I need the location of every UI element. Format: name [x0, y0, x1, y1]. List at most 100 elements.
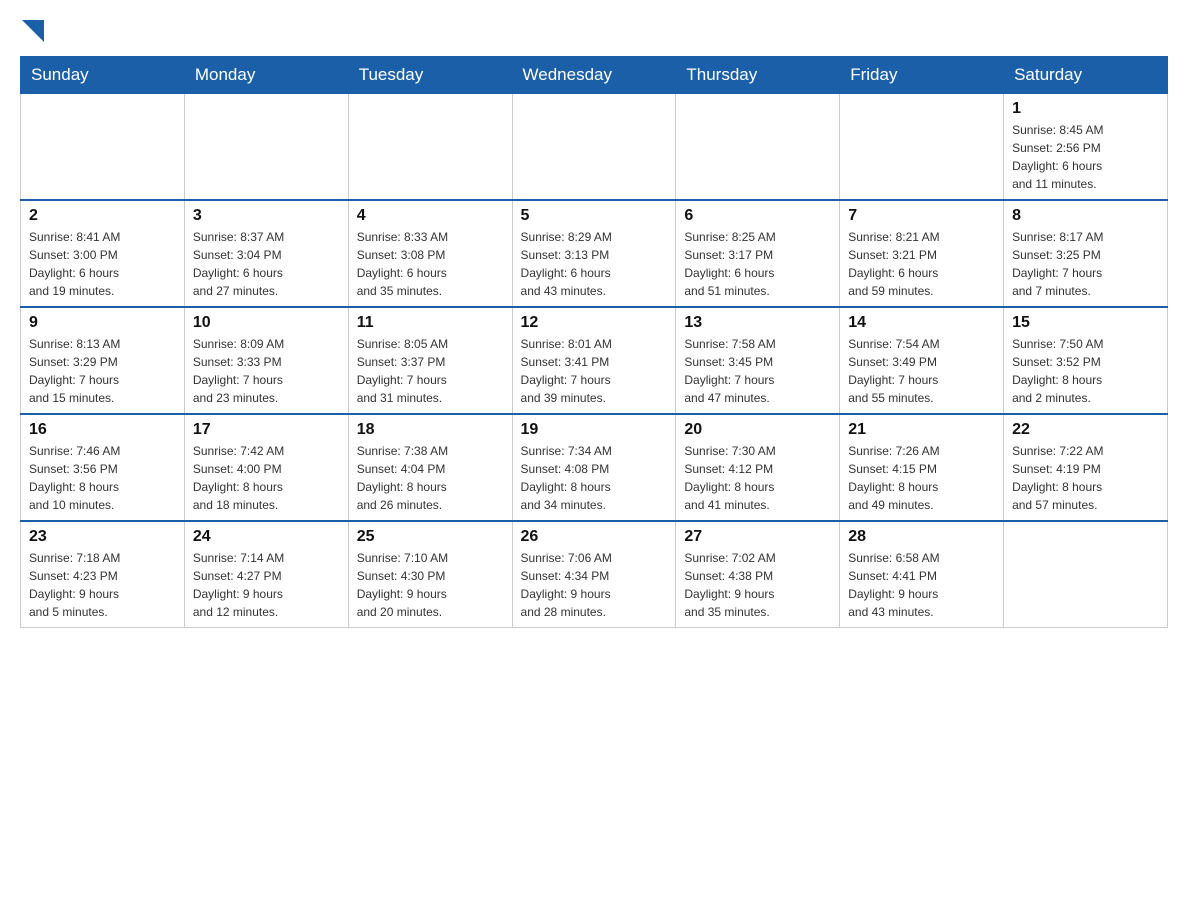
day-number: 20 [684, 421, 831, 439]
day-number: 1 [1012, 100, 1159, 118]
calendar-cell: 16 Sunrise: 7:46 AM Sunset: 3:56 PM Dayli… [21, 414, 185, 521]
calendar-cell: 10 Sunrise: 8:09 AM Sunset: 3:33 PM Dayli… [184, 307, 348, 414]
calendar-cell: 12 Sunrise: 8:01 AM Sunset: 3:41 PM Dayli… [512, 307, 676, 414]
logo-arrow-icon [22, 20, 44, 42]
day-info: Sunrise: 8:37 AM Sunset: 3:04 PM Dayligh… [193, 228, 340, 300]
day-number: 2 [29, 207, 176, 225]
day-info: Sunrise: 8:25 AM Sunset: 3:17 PM Dayligh… [684, 228, 831, 300]
calendar-cell: 15 Sunrise: 7:50 AM Sunset: 3:52 PM Dayli… [1004, 307, 1168, 414]
calendar-cell: 7 Sunrise: 8:21 AM Sunset: 3:21 PM Daylig… [840, 200, 1004, 307]
calendar-cell: 27Sunrise: 7:02 AM Sunset: 4:38 PM Dayli… [676, 521, 840, 628]
day-info: Sunrise: 7:14 AM Sunset: 4:27 PM Dayligh… [193, 549, 340, 621]
day-info: Sunrise: 8:05 AM Sunset: 3:37 PM Dayligh… [357, 335, 504, 407]
calendar-cell: 2 Sunrise: 8:41 AM Sunset: 3:00 PM Daylig… [21, 200, 185, 307]
day-header-monday: Monday [184, 57, 348, 94]
day-number: 4 [357, 207, 504, 225]
day-number: 18 [357, 421, 504, 439]
day-info: Sunrise: 8:17 AM Sunset: 3:25 PM Dayligh… [1012, 228, 1159, 300]
calendar-cell: 21 Sunrise: 7:26 AM Sunset: 4:15 PM Dayli… [840, 414, 1004, 521]
day-info: Sunrise: 7:50 AM Sunset: 3:52 PM Dayligh… [1012, 335, 1159, 407]
calendar-cell: 19 Sunrise: 7:34 AM Sunset: 4:08 PM Dayli… [512, 414, 676, 521]
day-number: 26 [521, 528, 668, 546]
week-row-2: 2 Sunrise: 8:41 AM Sunset: 3:00 PM Daylig… [21, 200, 1168, 307]
day-info: Sunrise: 8:21 AM Sunset: 3:21 PM Dayligh… [848, 228, 995, 300]
day-number: 6 [684, 207, 831, 225]
day-info: Sunrise: 7:06 AM Sunset: 4:34 PM Dayligh… [521, 549, 668, 621]
calendar-cell: 22 Sunrise: 7:22 AM Sunset: 4:19 PM Dayli… [1004, 414, 1168, 521]
day-number: 25 [357, 528, 504, 546]
day-number: 7 [848, 207, 995, 225]
day-number: 5 [521, 207, 668, 225]
day-info: Sunrise: 8:45 AM Sunset: 2:56 PM Dayligh… [1012, 121, 1159, 193]
day-info: Sunrise: 7:30 AM Sunset: 4:12 PM Dayligh… [684, 442, 831, 514]
calendar-cell: 26 Sunrise: 7:06 AM Sunset: 4:34 PM Dayli… [512, 521, 676, 628]
calendar-cell [1004, 521, 1168, 628]
calendar-cell: 4 Sunrise: 8:33 AM Sunset: 3:08 PM Daylig… [348, 200, 512, 307]
day-info: Sunrise: 7:38 AM Sunset: 4:04 PM Dayligh… [357, 442, 504, 514]
calendar-cell [840, 94, 1004, 201]
day-info: Sunrise: 7:10 AM Sunset: 4:30 PM Dayligh… [357, 549, 504, 621]
day-info: Sunrise: 8:09 AM Sunset: 3:33 PM Dayligh… [193, 335, 340, 407]
calendar-cell [348, 94, 512, 201]
calendar-cell: 17 Sunrise: 7:42 AM Sunset: 4:00 PM Dayli… [184, 414, 348, 521]
day-info: Sunrise: 8:13 AM Sunset: 3:29 PM Dayligh… [29, 335, 176, 407]
day-info: Sunrise: 7:18 AM Sunset: 4:23 PM Dayligh… [29, 549, 176, 621]
calendar-cell [184, 94, 348, 201]
calendar-cell: 14Sunrise: 7:54 AM Sunset: 3:49 PM Dayli… [840, 307, 1004, 414]
calendar-cell: 23 Sunrise: 7:18 AM Sunset: 4:23 PM Dayli… [21, 521, 185, 628]
calendar-cell: 11 Sunrise: 8:05 AM Sunset: 3:37 PM Dayli… [348, 307, 512, 414]
day-info: Sunrise: 7:22 AM Sunset: 4:19 PM Dayligh… [1012, 442, 1159, 514]
logo [20, 20, 44, 40]
day-number: 9 [29, 314, 176, 332]
day-info: Sunrise: 7:02 AM Sunset: 4:38 PM Dayligh… [684, 549, 831, 621]
day-header-sunday: Sunday [21, 57, 185, 94]
calendar-cell: 20 Sunrise: 7:30 AM Sunset: 4:12 PM Dayli… [676, 414, 840, 521]
calendar-cell: 5 Sunrise: 8:29 AM Sunset: 3:13 PM Daylig… [512, 200, 676, 307]
calendar-cell: 1 Sunrise: 8:45 AM Sunset: 2:56 PM Daylig… [1004, 94, 1168, 201]
calendar-cell: 8 Sunrise: 8:17 AM Sunset: 3:25 PM Daylig… [1004, 200, 1168, 307]
day-headers-row: SundayMondayTuesdayWednesdayThursdayFrid… [21, 57, 1168, 94]
page-header [20, 20, 1168, 40]
calendar-cell [21, 94, 185, 201]
day-info: Sunrise: 7:58 AM Sunset: 3:45 PM Dayligh… [684, 335, 831, 407]
day-info: Sunrise: 8:33 AM Sunset: 3:08 PM Dayligh… [357, 228, 504, 300]
day-number: 17 [193, 421, 340, 439]
day-number: 23 [29, 528, 176, 546]
day-info: Sunrise: 7:42 AM Sunset: 4:00 PM Dayligh… [193, 442, 340, 514]
day-header-tuesday: Tuesday [348, 57, 512, 94]
day-number: 24 [193, 528, 340, 546]
day-number: 11 [357, 314, 504, 332]
day-number: 3 [193, 207, 340, 225]
day-info: Sunrise: 7:46 AM Sunset: 3:56 PM Dayligh… [29, 442, 176, 514]
calendar-cell [512, 94, 676, 201]
day-number: 16 [29, 421, 176, 439]
day-number: 12 [521, 314, 668, 332]
day-info: Sunrise: 8:41 AM Sunset: 3:00 PM Dayligh… [29, 228, 176, 300]
day-header-saturday: Saturday [1004, 57, 1168, 94]
day-number: 15 [1012, 314, 1159, 332]
week-row-5: 23 Sunrise: 7:18 AM Sunset: 4:23 PM Dayli… [21, 521, 1168, 628]
day-number: 13 [684, 314, 831, 332]
calendar-cell: 9 Sunrise: 8:13 AM Sunset: 3:29 PM Daylig… [21, 307, 185, 414]
day-info: Sunrise: 6:58 AM Sunset: 4:41 PM Dayligh… [848, 549, 995, 621]
day-number: 28 [848, 528, 995, 546]
calendar-cell: 28 Sunrise: 6:58 AM Sunset: 4:41 PM Dayli… [840, 521, 1004, 628]
week-row-1: 1 Sunrise: 8:45 AM Sunset: 2:56 PM Daylig… [21, 94, 1168, 201]
day-number: 8 [1012, 207, 1159, 225]
calendar-cell [676, 94, 840, 201]
day-number: 21 [848, 421, 995, 439]
day-info: Sunrise: 7:34 AM Sunset: 4:08 PM Dayligh… [521, 442, 668, 514]
week-row-3: 9 Sunrise: 8:13 AM Sunset: 3:29 PM Daylig… [21, 307, 1168, 414]
day-info: Sunrise: 8:01 AM Sunset: 3:41 PM Dayligh… [521, 335, 668, 407]
day-info: Sunrise: 8:29 AM Sunset: 3:13 PM Dayligh… [521, 228, 668, 300]
day-header-thursday: Thursday [676, 57, 840, 94]
week-row-4: 16 Sunrise: 7:46 AM Sunset: 3:56 PM Dayli… [21, 414, 1168, 521]
calendar-cell: 25 Sunrise: 7:10 AM Sunset: 4:30 PM Dayli… [348, 521, 512, 628]
day-number: 19 [521, 421, 668, 439]
day-header-wednesday: Wednesday [512, 57, 676, 94]
day-number: 10 [193, 314, 340, 332]
day-number: 22 [1012, 421, 1159, 439]
day-info: Sunrise: 7:26 AM Sunset: 4:15 PM Dayligh… [848, 442, 995, 514]
calendar-cell: 6 Sunrise: 8:25 AM Sunset: 3:17 PM Daylig… [676, 200, 840, 307]
day-info: Sunrise: 7:54 AM Sunset: 3:49 PM Dayligh… [848, 335, 995, 407]
